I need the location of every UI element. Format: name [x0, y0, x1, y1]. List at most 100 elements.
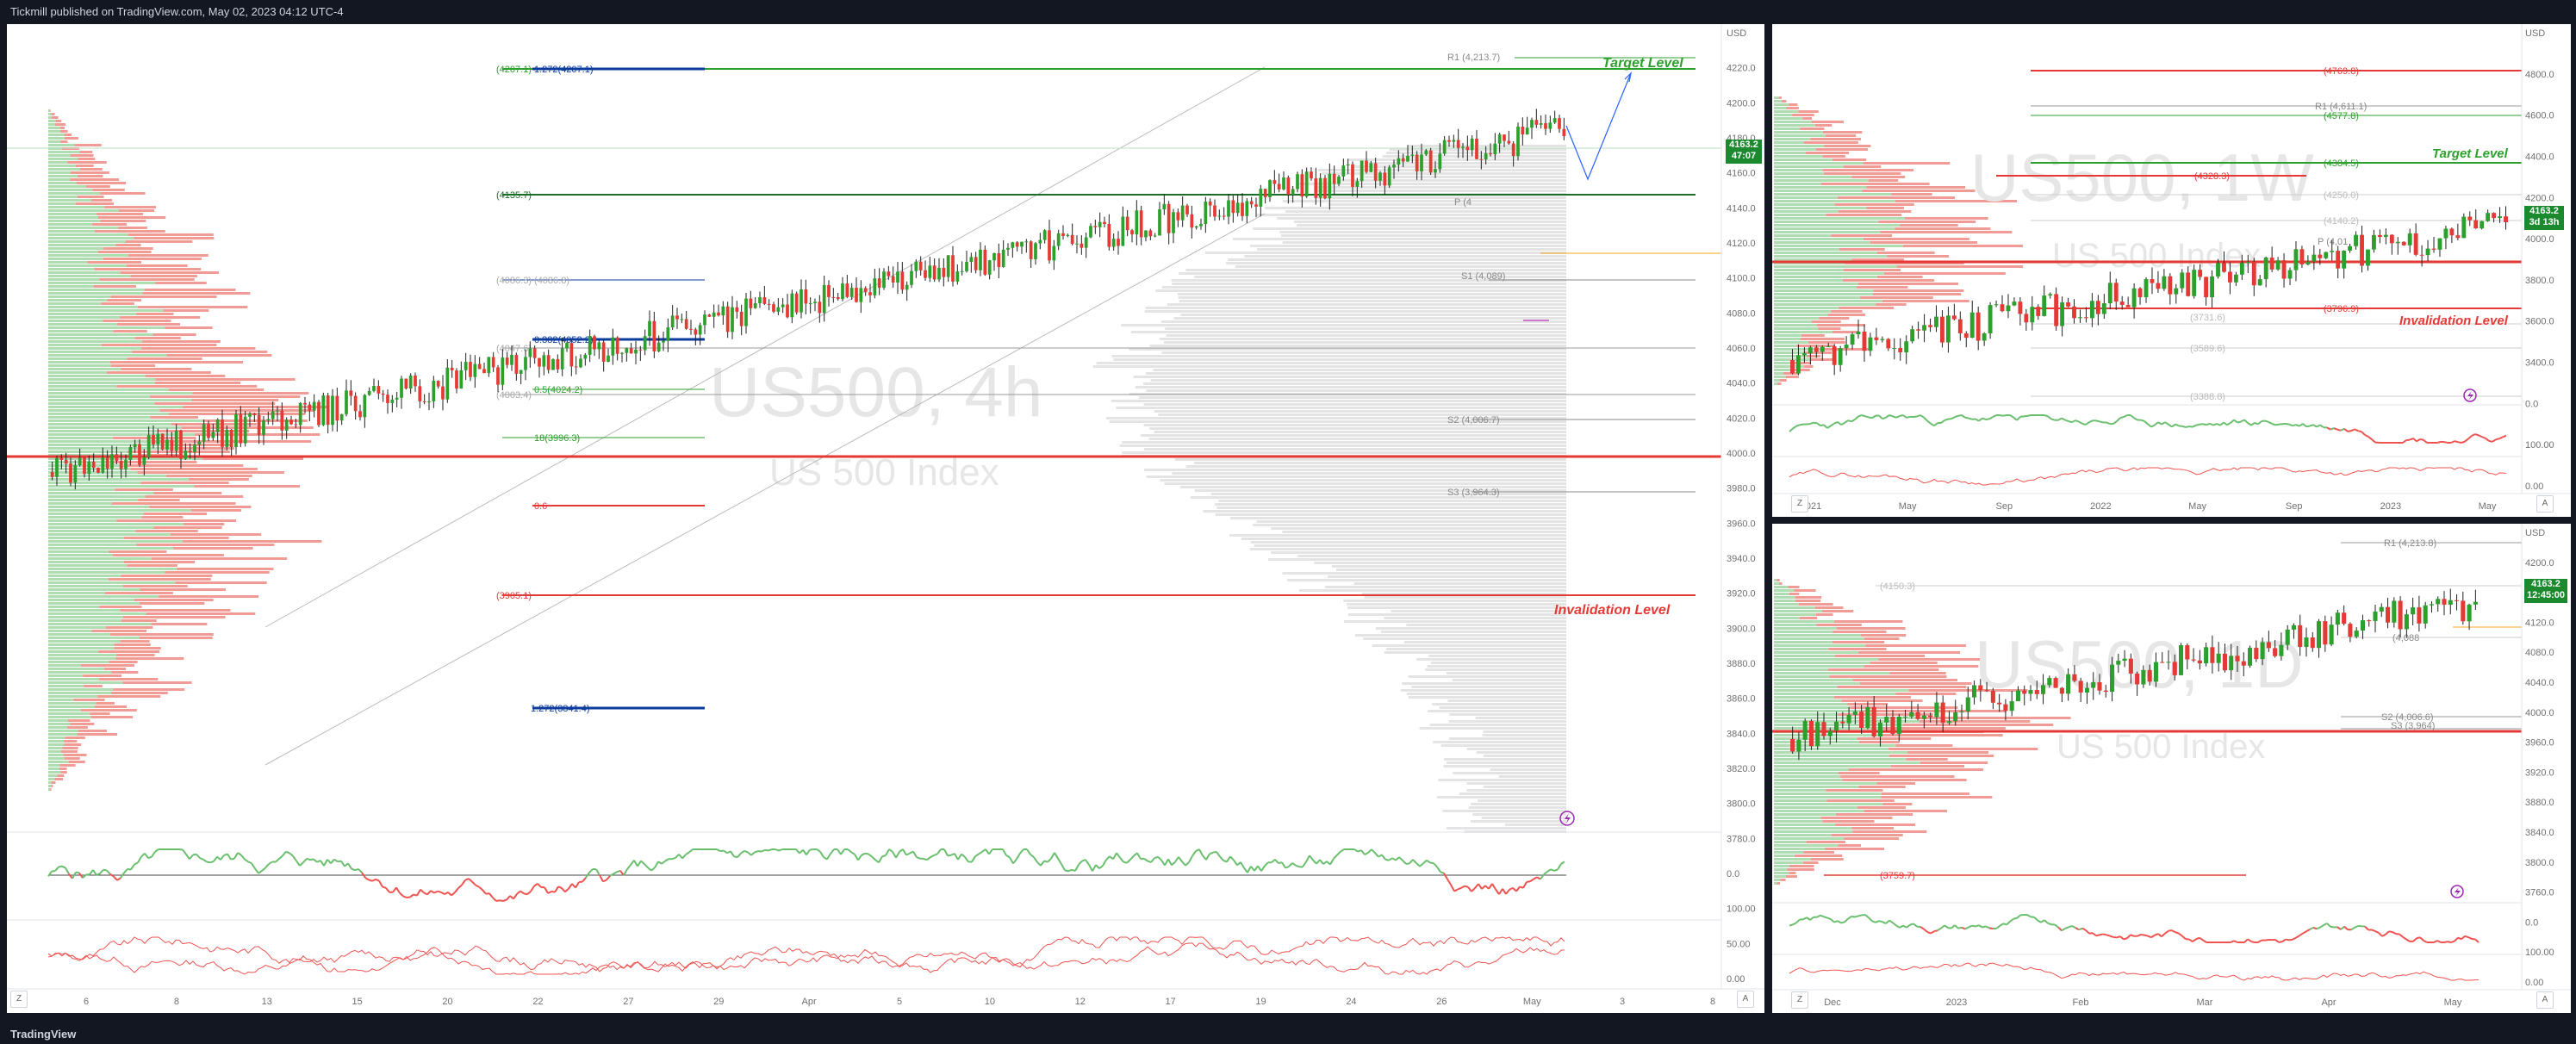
candle-body	[601, 342, 606, 362]
osc-seg	[2443, 441, 2448, 444]
profile-bar-up	[1774, 107, 1787, 109]
osc-seg	[1026, 848, 1031, 855]
tradingview-logo[interactable]: TradingView	[10, 1028, 76, 1041]
profile-bar-grey	[1384, 617, 1566, 619]
weekly-chart-panel[interactable]: US500, 1W US 500 Index (4769.8) R1 (4,61…	[1772, 24, 2571, 517]
weekly-scale-z-button[interactable]: Z	[1791, 495, 1808, 513]
main-chart-svg[interactable]: US500, 4h US 500 Index (4207.1) 1.272(42…	[7, 24, 1764, 1013]
profile-bar-grey	[1498, 775, 1566, 778]
candle-body	[1038, 239, 1042, 244]
osc-seg	[2457, 936, 2462, 941]
profile-bar-grey	[1347, 606, 1566, 609]
profile-bar-grey	[1364, 596, 1566, 599]
candle-body	[1928, 715, 1933, 718]
candle-body	[367, 390, 371, 395]
candle-body	[1268, 180, 1272, 197]
candle-body	[1383, 172, 1387, 186]
osc-seg	[895, 851, 900, 859]
osc-seg	[2285, 422, 2290, 426]
candle-body	[1011, 242, 1015, 248]
profile-bar-down	[1816, 624, 1862, 626]
candle-body	[1153, 235, 1157, 237]
profile-bar-grey	[1453, 772, 1566, 774]
profile-bar-down	[1802, 117, 1812, 120]
profile-bar-up	[48, 130, 60, 133]
candle-body	[2198, 270, 2203, 277]
candle-body	[2089, 301, 2094, 319]
profile-bar-up	[48, 395, 151, 398]
profile-bar-grey	[1119, 444, 1566, 447]
candle-body	[1277, 183, 1281, 190]
osc-seg	[1491, 883, 1496, 890]
candle-body	[2304, 637, 2309, 648]
profile-bar-down	[64, 743, 82, 746]
profile-bar-up	[1774, 221, 1879, 223]
osc-seg	[2168, 929, 2173, 932]
osc-seg	[1078, 860, 1083, 866]
weekly-scale-a-button[interactable]: A	[2536, 495, 2554, 513]
profile-bar-up	[48, 192, 101, 195]
weekly-label-3796: (3796.9)	[2324, 304, 2359, 314]
osc-seg	[2474, 938, 2480, 943]
candle-body	[1801, 353, 1807, 356]
profile-bar-up	[48, 258, 103, 260]
profile-bar-down	[1832, 331, 1858, 333]
x-tick-label: Apr	[2321, 997, 2336, 1008]
candle-body	[2342, 250, 2347, 269]
daily-chart-panel[interactable]: US500, 1D US 500 Index R1 (4,213.8) (415…	[1772, 524, 2571, 1013]
profile-bar-down	[1890, 765, 1965, 767]
osc-seg	[1478, 883, 1483, 890]
profile-bar-grey	[1470, 820, 1566, 823]
weekly-lightning-icon[interactable]	[2463, 388, 2477, 402]
profile-bar-up	[48, 227, 119, 229]
main-y-axis: USD4220.04200.04180.04160.04140.04120.04…	[1727, 28, 1756, 985]
profile-bar-down	[1860, 296, 1933, 299]
candle-body	[1006, 247, 1010, 250]
candle-body	[124, 459, 128, 469]
osc-seg	[206, 861, 211, 864]
daily-lightning-icon[interactable]	[2450, 885, 2464, 898]
label-fib-1272-low: 1.272(3841.4)	[531, 704, 590, 714]
profile-bar-up	[48, 733, 78, 736]
osc-seg	[1067, 868, 1073, 873]
candle-body	[1489, 152, 1492, 155]
osc-seg	[2474, 433, 2480, 437]
profile-bar-grey	[1160, 320, 1566, 323]
weekly-chart-svg[interactable]: US500, 1W US 500 Index (4769.8) R1 (4,61…	[1772, 24, 2571, 517]
osc-seg	[2171, 423, 2176, 428]
main-scale-z-button[interactable]: Z	[10, 991, 28, 1008]
osc-seg	[1533, 876, 1538, 880]
profile-bar-down	[79, 151, 93, 153]
profile-bar-up	[1774, 872, 1789, 874]
profile-bar-grey	[1194, 462, 1566, 464]
daily-label-r1: R1 (4,213.8)	[2384, 538, 2436, 549]
profile-bar-down	[115, 657, 184, 660]
profile-bar-up	[1774, 96, 1779, 99]
osc-seg	[1426, 859, 1431, 864]
main-chart-panel[interactable]: US500, 4h US 500 Index (4207.1) 1.272(42…	[7, 24, 1764, 1013]
daily-scale-z-button[interactable]: Z	[1791, 991, 1808, 1009]
osc-seg	[754, 850, 759, 854]
osc-seg	[282, 851, 287, 857]
daily-scale-a-button[interactable]: A	[2536, 991, 2554, 1009]
profile-bar-up	[1774, 662, 1870, 664]
osc-seg	[1857, 414, 1863, 418]
osc-seg	[723, 849, 728, 854]
candle-body	[2455, 235, 2461, 239]
y-tick-label: 0.0	[1727, 869, 1739, 879]
candle-body	[294, 424, 298, 426]
profile-bar-down	[104, 592, 173, 594]
profile-bar-grey	[1459, 792, 1566, 795]
osc-seg	[2247, 938, 2252, 942]
candle-body	[2329, 625, 2334, 645]
candle-body	[2204, 277, 2209, 298]
profile-bar-up	[1774, 810, 1864, 812]
osc-seg	[1395, 856, 1400, 861]
daily-oscillators	[1789, 914, 2480, 981]
y-tick-label: 3960.0	[2525, 738, 2554, 749]
profile-bar-grey	[1180, 314, 1566, 316]
daily-chart-svg[interactable]: US500, 1D US 500 Index R1 (4,213.8) (415…	[1772, 524, 2571, 1013]
osc-seg	[2026, 414, 2032, 417]
main-scale-a-button[interactable]: A	[1737, 991, 1754, 1008]
profile-bar-grey	[1381, 631, 1566, 633]
